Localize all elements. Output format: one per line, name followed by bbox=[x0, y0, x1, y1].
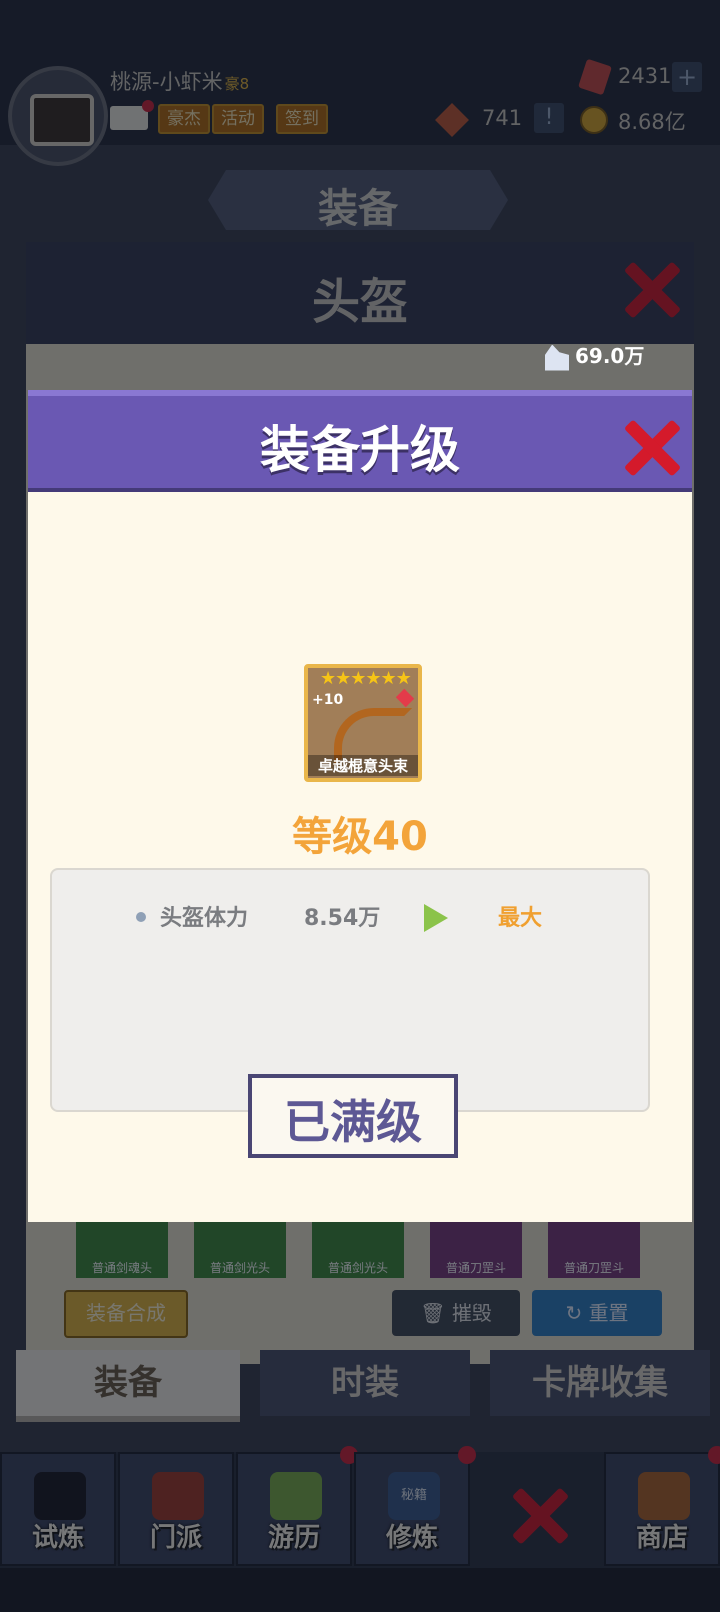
item-name: 卓越棍意头束 bbox=[308, 755, 418, 776]
player-name: 桃源-小虾米 豪8 bbox=[110, 66, 249, 96]
screen-title-banner: 装备 bbox=[208, 170, 508, 230]
tab-card-collection[interactable]: 卡牌收集 bbox=[490, 1350, 710, 1416]
avatar[interactable] bbox=[8, 66, 108, 166]
player-name-text: 桃源-小虾米 bbox=[110, 70, 223, 94]
slot-label: 普通剑魂头 bbox=[91, 1261, 152, 1275]
token-icon bbox=[435, 103, 469, 137]
equipment-slot[interactable]: 普通刀罡斗 bbox=[548, 1222, 640, 1278]
modal-header: 装备升级 bbox=[28, 390, 692, 492]
tab-equipment[interactable]: 装备 bbox=[16, 1350, 240, 1422]
top-bar: 桃源-小虾米 豪8 豪杰 活动 签到 2431 + 741 ! 8.68亿 bbox=[0, 0, 720, 166]
nav-trial[interactable]: 试炼 bbox=[0, 1452, 116, 1566]
item-level: 等级40 bbox=[292, 814, 428, 860]
item-card[interactable]: ★★★★★★ +10 卓越棍意头束 bbox=[304, 664, 422, 782]
synthesize-button[interactable]: 装备合成 bbox=[64, 1290, 188, 1338]
bottom-strip bbox=[0, 1568, 720, 1612]
slot-label: 普通刀罡斗 bbox=[563, 1261, 624, 1275]
reset-label: 重置 bbox=[588, 1301, 629, 1325]
equipment-slot[interactable]: 普通剑光头 bbox=[194, 1222, 286, 1278]
gold-count: 8.68亿 bbox=[618, 110, 686, 134]
arrow-right-icon bbox=[424, 904, 448, 932]
star-rating: ★★★★★★ bbox=[320, 668, 412, 689]
ninja-icon bbox=[34, 1472, 86, 1520]
stat-next-value: 最大 bbox=[498, 906, 543, 931]
gold-coin-icon bbox=[580, 106, 608, 134]
chest-icon bbox=[30, 94, 94, 146]
notification-dot bbox=[142, 100, 154, 112]
temple-icon bbox=[152, 1472, 204, 1520]
mail-icon[interactable] bbox=[110, 100, 154, 130]
equipment-slot-row: 普通剑魂头 普通剑光头 普通剑光头 普通刀罡斗 普通刀罡斗 bbox=[76, 1222, 656, 1278]
nav-sect[interactable]: 门派 bbox=[118, 1452, 234, 1566]
helmet-panel-header: 头盔 bbox=[26, 242, 694, 344]
info-button[interactable]: ! bbox=[534, 103, 564, 133]
stat-value: 8.54万 bbox=[304, 906, 381, 931]
power-value: 69.0万 bbox=[575, 344, 645, 368]
notification-dot bbox=[458, 1446, 476, 1464]
screen-title: 装备 bbox=[318, 186, 398, 232]
nav-cultivate[interactable]: 秘籍 修炼 bbox=[354, 1446, 476, 1566]
destroy-label: 摧毁 bbox=[451, 1301, 492, 1325]
max-level-button[interactable]: 已满级 bbox=[248, 1074, 458, 1158]
crystal-icon bbox=[545, 344, 569, 371]
equipment-slot[interactable]: 普通剑光头 bbox=[312, 1222, 404, 1278]
mountain-icon bbox=[270, 1472, 322, 1520]
equipment-slot[interactable]: 普通刀罡斗 bbox=[430, 1222, 522, 1278]
slot-label: 普通剑光头 bbox=[209, 1261, 270, 1275]
nav-label: 试炼 bbox=[31, 1523, 84, 1553]
event-button[interactable]: 活动 bbox=[212, 104, 264, 134]
nav-label: 商店 bbox=[635, 1523, 688, 1553]
refresh-icon: ↻ bbox=[565, 1301, 589, 1325]
enhance-level: +10 bbox=[312, 692, 344, 708]
gem-count: 2431 bbox=[618, 64, 672, 88]
close-icon[interactable] bbox=[624, 420, 680, 476]
modal-title: 装备升级 bbox=[260, 421, 460, 479]
helmet-panel-title: 头盔 bbox=[311, 274, 408, 330]
shop-icon bbox=[638, 1472, 690, 1520]
upgrade-modal: 装备升级 ★★★★★★ +10 卓越棍意头束 等级40 头盔体力 8.54万 最… bbox=[28, 390, 692, 1222]
nav-travel[interactable]: 游历 bbox=[236, 1446, 358, 1566]
bottom-tabs: 装备 时装 卡牌收集 bbox=[16, 1350, 710, 1422]
bottom-nav: 试炼 门派 游历 秘籍 修炼 商店 bbox=[0, 1446, 720, 1568]
nav-label: 游历 bbox=[267, 1523, 320, 1553]
bullet-icon bbox=[136, 912, 146, 922]
token-count: 741 bbox=[482, 106, 523, 130]
slot-label: 普通剑光头 bbox=[327, 1261, 388, 1275]
equipment-slot[interactable]: 普通剑魂头 bbox=[76, 1222, 168, 1278]
notification-dot bbox=[708, 1446, 720, 1464]
signin-button[interactable]: 签到 bbox=[276, 104, 328, 134]
gem-icon bbox=[578, 58, 612, 96]
power-indicator: 69.0万 bbox=[545, 340, 644, 371]
nav-shop[interactable]: 商店 bbox=[604, 1446, 720, 1566]
max-level-label: 已满级 bbox=[284, 1095, 422, 1149]
reset-button[interactable]: ↻ 重置 bbox=[532, 1290, 662, 1336]
add-gems-button[interactable]: + bbox=[672, 62, 702, 92]
stat-name: 头盔体力 bbox=[160, 906, 249, 931]
vip-badge: 豪8 bbox=[224, 75, 250, 93]
hero-tag-button[interactable]: 豪杰 bbox=[158, 104, 210, 134]
modal-body: ★★★★★★ +10 卓越棍意头束 等级40 头盔体力 8.54万 最大 已满级 bbox=[28, 492, 692, 1222]
nav-close-icon[interactable] bbox=[512, 1488, 568, 1544]
trash-icon: 🗑 bbox=[420, 1301, 452, 1325]
gem-icon bbox=[395, 688, 415, 708]
slot-label: 普通刀罡斗 bbox=[445, 1261, 506, 1275]
helmet-panel-close-icon[interactable] bbox=[624, 262, 680, 318]
destroy-button[interactable]: 🗑 摧毁 bbox=[392, 1290, 520, 1336]
tab-fashion[interactable]: 时装 bbox=[260, 1350, 470, 1416]
book-icon: 秘籍 bbox=[388, 1472, 440, 1520]
nav-label: 门派 bbox=[149, 1523, 202, 1553]
nav-label: 修炼 bbox=[385, 1523, 438, 1553]
